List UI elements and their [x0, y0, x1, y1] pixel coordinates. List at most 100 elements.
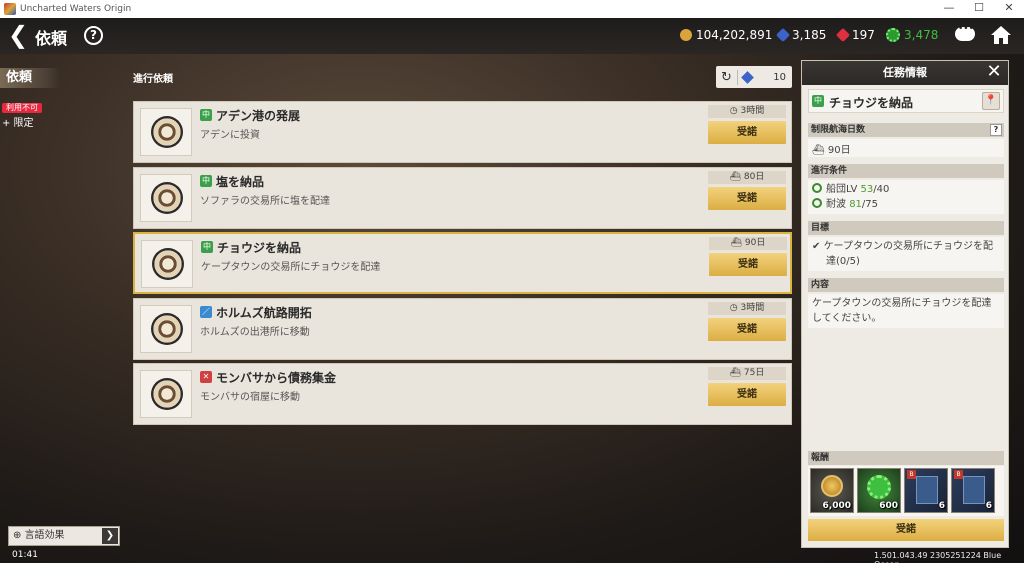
- limit-value: 90日: [827, 145, 851, 156]
- gold-coin-icon: [680, 29, 692, 41]
- back-icon[interactable]: ❮: [8, 22, 28, 48]
- maximize-button[interactable]: ☐: [964, 0, 994, 18]
- accept-button[interactable]: 受諾: [709, 253, 787, 276]
- content-label: 内容: [811, 280, 830, 290]
- reward-book-2[interactable]: B 6: [951, 468, 995, 513]
- red-gem-value: 197: [852, 28, 875, 42]
- location-pin-icon[interactable]: 📍: [982, 92, 1000, 110]
- task-name-row: 中 チョウジを納品 📍: [808, 89, 1004, 113]
- blue-gem-counter: 3,185: [775, 27, 827, 43]
- request-condition: ⛴ 90日: [709, 237, 787, 250]
- goal-label: 目標: [811, 223, 830, 233]
- red-gem-icon: [835, 27, 851, 43]
- accept-button[interactable]: 受諾: [708, 121, 786, 144]
- condition-value: 80日: [743, 172, 765, 182]
- app-icon: [4, 3, 16, 15]
- book-icon: [916, 476, 938, 504]
- request-title: ホルムズ航路開拓: [216, 306, 312, 320]
- close-window-button[interactable]: ✕: [994, 0, 1024, 18]
- gold-value: 104,202,891: [696, 28, 773, 42]
- request-description: ソファラの交易所に塩を配達: [200, 196, 330, 207]
- condition-icon: ◷: [729, 106, 738, 116]
- request-row[interactable]: ／ ホルムズ航路開拓 ホルムズの出港所に移動 ◷ 3時間 受諾: [133, 298, 792, 360]
- request-title: アデン港の発展: [216, 109, 301, 123]
- conditions-list: 船団LV 53/40 耐波 81/75: [808, 180, 1004, 214]
- condition-wave-resistance: 耐波 81/75: [812, 197, 1000, 212]
- blue-gem-icon: [775, 27, 791, 43]
- compass-icon: [151, 378, 183, 410]
- help-icon[interactable]: ?: [990, 124, 1002, 136]
- home-icon[interactable]: [990, 25, 1012, 45]
- blue-gem-value: 3,185: [792, 28, 827, 42]
- refresh-button[interactable]: ↻ 10: [716, 66, 792, 88]
- accept-button[interactable]: 受諾: [708, 187, 786, 210]
- gold-counter: 104,202,891: [680, 28, 772, 42]
- accept-button[interactable]: 受諾: [708, 318, 786, 341]
- check-circle-icon: [812, 198, 822, 208]
- request-row[interactable]: 中塩を納品 ソファラの交易所に塩を配達 ⛴ 80日 受諾: [133, 167, 792, 229]
- request-description: ホルムズの出港所に移動: [200, 327, 310, 338]
- accept-button[interactable]: 受諾: [708, 383, 786, 406]
- limit-value-row: ⛴ 90日: [808, 139, 1004, 157]
- request-title: チョウジを納品: [217, 241, 302, 255]
- help-icon[interactable]: ?: [84, 26, 103, 45]
- section-limit: 制限航海日数 ?: [808, 123, 1004, 137]
- condition-icon: ⛴: [729, 368, 742, 378]
- language-effect-label: 言語効果: [24, 530, 65, 541]
- version-text: 1.501.043.49 2305251224 Blue Ocean: [874, 551, 1002, 563]
- request-thumbnail: [140, 174, 192, 222]
- content-text-line1: ケープタウンの交易所にチョウジを配達: [812, 298, 992, 309]
- condition-value: 3時間: [740, 303, 765, 313]
- medal-icon: [821, 475, 843, 497]
- reward-row: 6,000 600 B 6 B 6: [808, 466, 1004, 516]
- request-type-icon: 中: [201, 241, 213, 253]
- task-name: チョウジを納品: [829, 96, 914, 110]
- accept-button[interactable]: 受諾: [808, 519, 1004, 541]
- book-icon: [963, 476, 985, 504]
- request-row[interactable]: ✕ モンバサから債務集金 モンバサの宿屋に移動 ⛴ 75日 受諾: [133, 363, 792, 425]
- reward-qty: 6,000: [822, 501, 851, 511]
- section-content: 内容: [808, 278, 1004, 292]
- request-thumbnail: [140, 305, 192, 353]
- request-type-icon: ／: [200, 306, 212, 318]
- window-titlebar: Uncharted Waters Origin — ☐ ✕: [0, 0, 1024, 18]
- compass-icon: [152, 248, 184, 280]
- blue-gem-icon: [741, 70, 754, 84]
- request-row[interactable]: 中チョウジを納品ケープタウンの交易所にチョウジを配達 ⛴ 90日受諾: [133, 232, 792, 294]
- request-description: ケープタウンの交易所にチョウジを配達: [201, 262, 381, 273]
- request-row[interactable]: 中アデン港の発展アデンに投資 ◷ 3時間受諾: [133, 101, 792, 163]
- close-icon[interactable]: ✕: [984, 62, 1004, 82]
- refresh-count: 10: [773, 71, 786, 83]
- request-type-icon: 中: [200, 109, 212, 121]
- request-description: アデンに投資: [200, 130, 260, 141]
- clock-time: 01:41: [12, 550, 38, 560]
- request-thumbnail: [140, 108, 192, 156]
- unavailable-badge: 利用不可: [2, 103, 42, 113]
- compass-icon: [151, 116, 183, 148]
- task-type-icon: 中: [812, 95, 824, 107]
- request-thumbnail: [141, 240, 193, 288]
- reward-green-gear[interactable]: 600: [857, 468, 901, 513]
- green-gear-counter: 3,478: [886, 28, 938, 42]
- condition-fleet-level: 船団LV 53/40: [812, 182, 1000, 197]
- condition-value: 3時間: [740, 106, 765, 116]
- language-effect-button[interactable]: ⊕ 言語効果 ❯: [8, 526, 120, 546]
- condition-value: 90日: [744, 238, 766, 248]
- content-text-line2: してください。: [812, 313, 882, 324]
- sidebar-tab-request[interactable]: 依頼: [0, 68, 60, 88]
- chat-icon[interactable]: [955, 24, 975, 41]
- green-gear-icon: [867, 475, 891, 499]
- compass-icon: [151, 313, 183, 345]
- minimize-button[interactable]: —: [934, 0, 964, 18]
- window-title: Uncharted Waters Origin: [20, 4, 132, 14]
- reward-medal[interactable]: 6,000: [810, 468, 854, 513]
- request-thumbnail: [140, 370, 192, 418]
- limit-label: 制限航海日数: [811, 125, 866, 135]
- request-type-icon: 中: [200, 175, 212, 187]
- request-condition: ◷ 3時間: [708, 105, 786, 118]
- reward-qty: 6: [938, 501, 945, 511]
- limited-label[interactable]: + 限定: [2, 114, 34, 129]
- chevron-right-icon: ❯: [102, 528, 118, 544]
- request-description: モンバサの宿屋に移動: [200, 392, 300, 403]
- reward-book-1[interactable]: B 6: [904, 468, 948, 513]
